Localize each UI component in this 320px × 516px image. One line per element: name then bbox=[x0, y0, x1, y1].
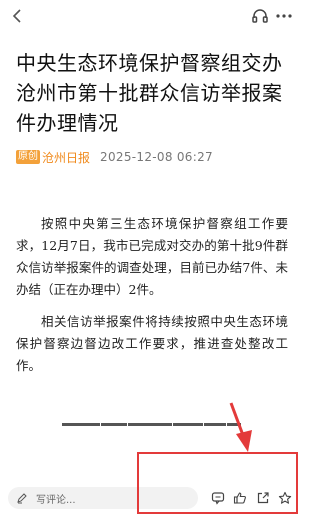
bottom-bar: 写评论... bbox=[0, 482, 300, 516]
article-paragraph: 按照中央第三生态环境保护督察组工作要求，12月7日，我市已完成对交办的第十批9件… bbox=[16, 216, 288, 297]
original-badge: 原创 bbox=[16, 150, 40, 164]
star-icon[interactable] bbox=[278, 491, 292, 505]
article-body: 按照中央第三生态环境保护督察组工作要求，12月7日，我市已完成对交办的第十批9件… bbox=[16, 213, 288, 387]
publish-date: 2025-12-08 06:27 bbox=[100, 150, 213, 164]
blurred-text-line bbox=[62, 414, 252, 426]
source-name[interactable]: 沧州日报 bbox=[42, 149, 90, 166]
comment-icon[interactable] bbox=[211, 491, 225, 505]
article-meta: 原创 沧州日报 2025-12-08 06:27 bbox=[16, 148, 213, 166]
top-bar bbox=[0, 0, 300, 30]
article-title: 中央生态环境保护督察组交办沧州市第十批群众信访举报案件办理情况 bbox=[16, 51, 283, 135]
share-icon[interactable] bbox=[256, 491, 270, 505]
comment-input[interactable]: 写评论... bbox=[8, 487, 198, 509]
thumbs-up-icon[interactable] bbox=[233, 491, 247, 505]
comment-placeholder: 写评论... bbox=[36, 494, 76, 506]
pen-icon bbox=[17, 493, 27, 504]
article-paragraph: 相关信访举报案件将持续按照中央生态环境保护督察边督边改工作要求，推进查处整改工作… bbox=[16, 314, 288, 373]
chevron-left-icon[interactable] bbox=[8, 6, 28, 26]
more-horizontal-icon[interactable] bbox=[274, 6, 294, 26]
headphones-icon[interactable] bbox=[250, 6, 270, 26]
